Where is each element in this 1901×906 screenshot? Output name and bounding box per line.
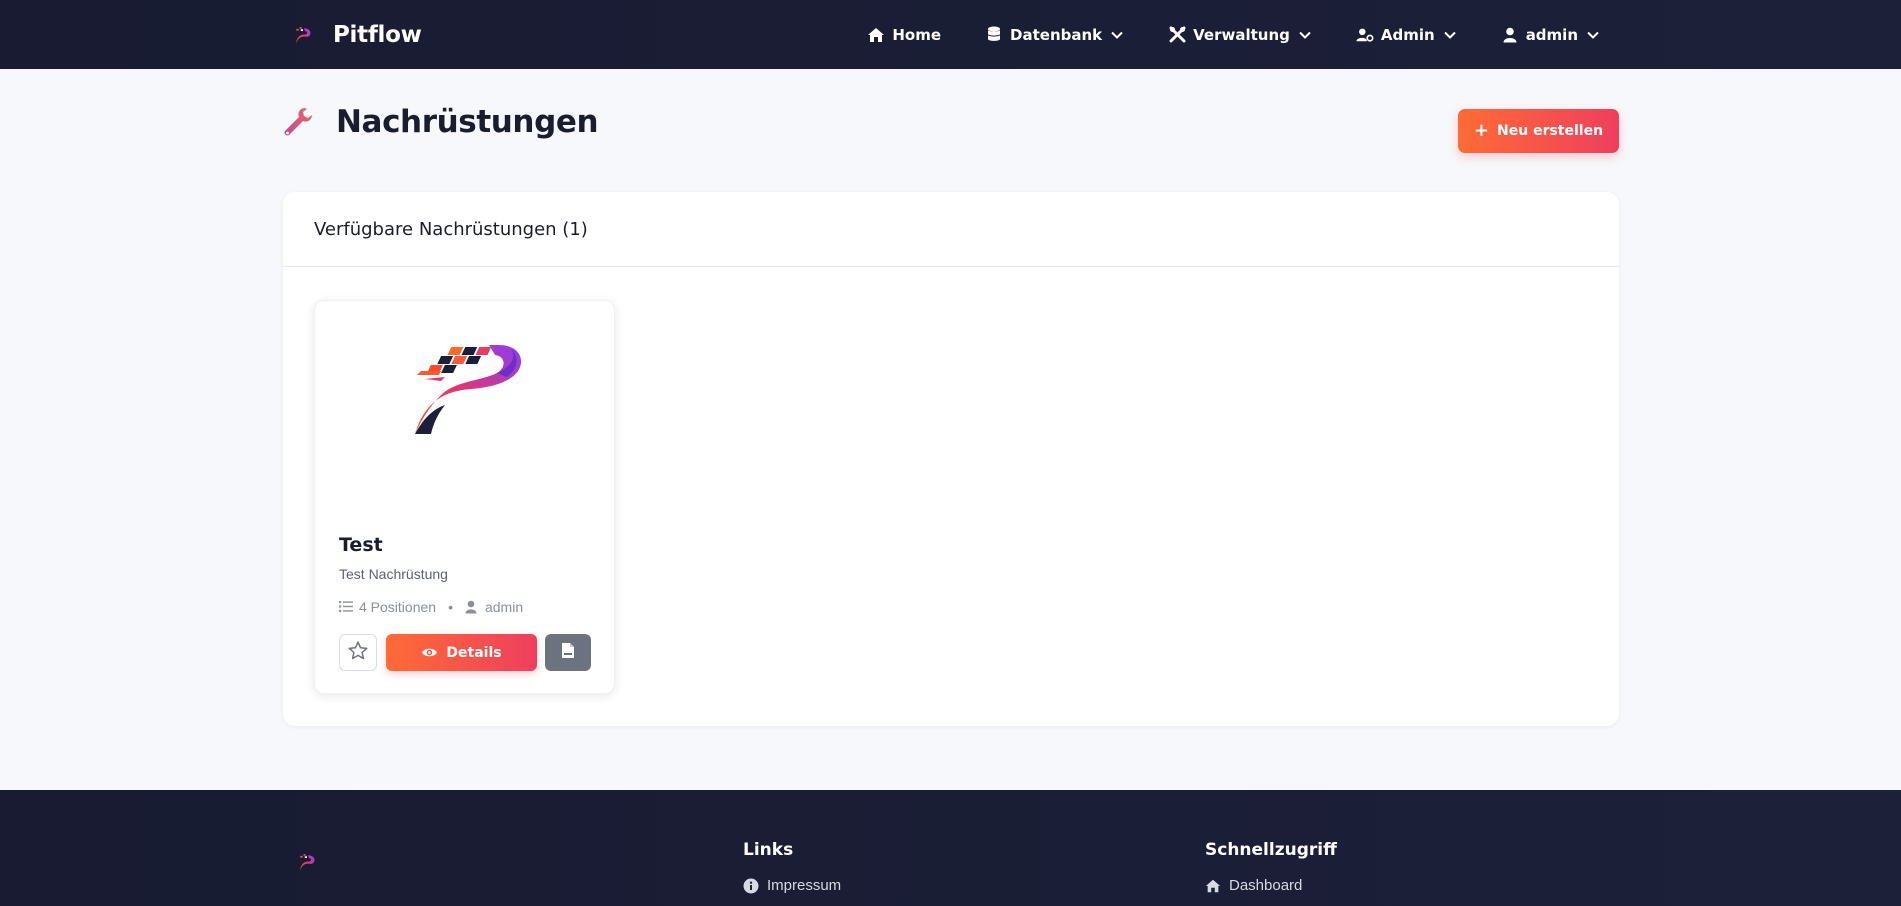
meta-separator: •	[448, 599, 453, 615]
list-icon	[339, 600, 353, 614]
new-create-label: Neu erstellen	[1497, 123, 1604, 139]
pdf-export-button[interactable]	[545, 634, 591, 671]
chevron-down-icon	[1110, 28, 1124, 42]
panel-header: Verfügbare Nachrüstungen (1)	[283, 192, 1619, 267]
plus-icon: +	[1473, 120, 1490, 141]
database-icon	[985, 26, 1003, 44]
footer-link-dashboard[interactable]: Dashboard	[1205, 877, 1337, 894]
footer: Links Impressum Schnellzugriff Dashboard	[0, 790, 1901, 906]
chevron-down-icon	[1586, 28, 1600, 42]
chevron-down-icon	[1298, 28, 1312, 42]
nav-menu: Home Datenbank Verwaltung Admin admin	[823, 0, 1600, 69]
card-actions: Details	[339, 634, 591, 671]
footer-link-label: Dashboard	[1229, 877, 1303, 894]
footer-quick-column: Schnellzugriff Dashboard	[1205, 840, 1337, 894]
brand[interactable]: Pitflow	[290, 0, 422, 69]
details-button[interactable]: Details	[386, 634, 537, 671]
info-icon	[743, 878, 759, 894]
nav-item-label: admin	[1525, 25, 1578, 44]
top-navbar: Pitflow Home Datenbank Verwaltung Admin …	[0, 0, 1901, 69]
card-meta: 4 Positionen • admin	[339, 599, 523, 615]
page-title: Nachrüstungen	[336, 104, 599, 140]
pitflow-card-logo-icon	[411, 339, 531, 439]
card-author: admin	[484, 599, 524, 615]
pitflow-footer-logo-icon[interactable]	[296, 851, 320, 875]
card-description: Test Nachrüstung	[339, 566, 448, 582]
nav-item-verwaltung[interactable]: Verwaltung	[1168, 26, 1312, 44]
footer-links-title: Links	[743, 840, 794, 860]
nav-item-datenbank[interactable]: Datenbank	[985, 26, 1124, 44]
new-create-button[interactable]: + Neu erstellen	[1458, 109, 1619, 153]
panel-title: Verfügbare Nachrüstungen (1)	[314, 218, 588, 240]
nav-item-home[interactable]: Home	[867, 26, 941, 44]
brand-name: Pitflow	[333, 21, 422, 48]
user-cog-icon	[1356, 26, 1374, 44]
footer-quick-title: Schnellzugriff	[1205, 840, 1337, 860]
footer-links-column: Links Impressum	[743, 840, 841, 894]
card-positions: 4 Positionen	[359, 599, 437, 615]
card-title: Test	[339, 534, 383, 556]
nav-item-admin-menu[interactable]: Admin	[1356, 26, 1457, 44]
nav-item-label: Home	[892, 25, 942, 44]
user-icon	[1501, 26, 1519, 44]
page-header: Nachrüstungen	[282, 104, 599, 140]
user-icon	[465, 600, 479, 614]
details-label: Details	[446, 644, 502, 661]
file-pdf-icon	[561, 642, 575, 664]
favorite-button[interactable]	[339, 634, 377, 671]
nav-item-user-menu[interactable]: admin	[1501, 26, 1600, 44]
chevron-down-icon	[1443, 28, 1457, 42]
home-icon	[1205, 878, 1221, 894]
footer-link-impressum[interactable]: Impressum	[743, 877, 841, 894]
wrench-icon	[282, 105, 316, 139]
pitflow-logo-icon	[290, 22, 316, 48]
tools-icon	[1168, 26, 1186, 44]
nav-item-label: Datenbank	[1010, 25, 1103, 44]
star-icon	[348, 640, 368, 665]
retrofit-card: Test Test Nachrüstung 4 Positionen • adm…	[314, 300, 615, 694]
nav-item-label: Admin	[1380, 25, 1435, 44]
nav-item-label: Verwaltung	[1193, 25, 1290, 44]
eye-icon	[421, 644, 438, 661]
home-icon	[867, 26, 885, 44]
footer-link-label: Impressum	[767, 877, 842, 894]
retrofits-panel: Verfügbare Nachrüstungen (1) Test Test N…	[283, 192, 1619, 726]
